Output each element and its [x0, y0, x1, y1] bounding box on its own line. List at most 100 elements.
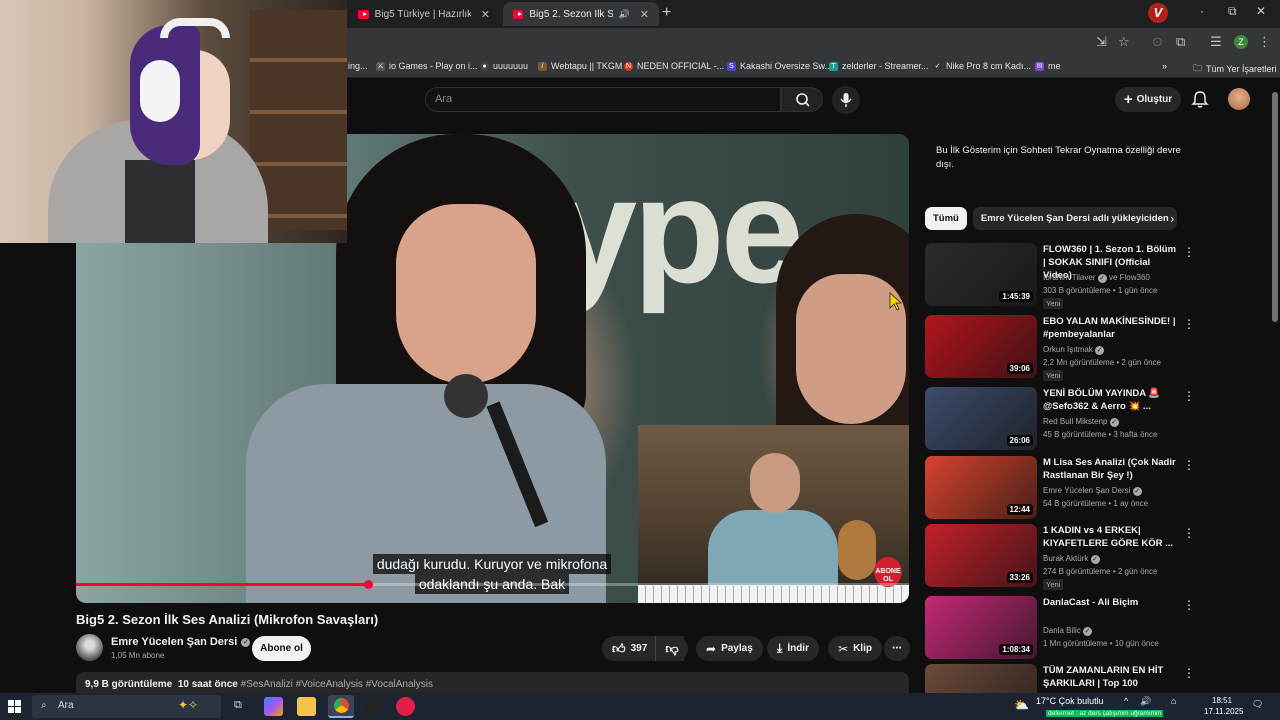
- scrollbar-thumb[interactable]: [1272, 92, 1278, 322]
- obs-app-icon[interactable]: [364, 697, 383, 716]
- video-title[interactable]: TÜM ZAMANLARIN EN HİT ŞARKILARI | Top 10…: [1043, 664, 1178, 690]
- bookmark-item[interactable]: ⚔ io Games - Play on i...: [376, 61, 478, 71]
- share-button[interactable]: ➦ Paylaş: [696, 636, 763, 661]
- network-icon[interactable]: ⌂: [1171, 696, 1176, 706]
- recommended-video[interactable]: 33:26 1 KADIN vs 4 ERKEK| KIYAFETLERE GÖR…: [925, 524, 1200, 590]
- recommended-video[interactable]: 26:06 YENİ BÖLÜM YAYINDA 🚨 @Sefo362 & Aer…: [925, 387, 1200, 451]
- download-button[interactable]: ⤓ İndir: [767, 636, 819, 661]
- channel-name[interactable]: İbrahim Tilaver ✓ ve Flow360: [1043, 273, 1150, 283]
- file-explorer-icon[interactable]: [297, 697, 316, 716]
- video-thumbnail[interactable]: 12:44: [925, 456, 1037, 519]
- task-view-icon[interactable]: ⧉: [234, 699, 242, 712]
- more-vertical-icon[interactable]: ⋮: [1183, 526, 1195, 540]
- browser-tab-active[interactable]: Big5 2. Sezon İlk Ses Analiz 🔊 ✕: [503, 2, 659, 26]
- close-icon[interactable]: ✕: [640, 8, 649, 21]
- video-thumbnail[interactable]: 1:08:34: [925, 596, 1037, 659]
- recommended-video[interactable]: 1:45:39 FLOW360 | 1. Sezon 1. Bölüm | SOK…: [925, 243, 1200, 309]
- duration-badge: 1:45:39: [999, 291, 1033, 302]
- clip-button[interactable]: ✂ Klip: [828, 636, 882, 661]
- tab-search-icon[interactable]: ⊙: [1152, 34, 1163, 50]
- channel-name[interactable]: Emre Yücelen Şan Dersi ✓: [111, 636, 251, 648]
- create-button[interactable]: + Oluştur: [1115, 87, 1181, 112]
- speaker-icon[interactable]: 🔊: [619, 9, 630, 20]
- voice-search-button[interactable]: [832, 86, 860, 114]
- notifications-bell-icon[interactable]: [1191, 89, 1209, 114]
- install-icon[interactable]: ⇲: [1096, 34, 1107, 50]
- video-title[interactable]: YENİ BÖLÜM YAYINDA 🚨 @Sefo362 & Aerro 💥 …: [1043, 387, 1178, 413]
- youtube-icon: [513, 9, 524, 19]
- bookmark-star-icon[interactable]: ☆: [1118, 34, 1130, 50]
- channel-name[interactable]: Burak Aktürk ✓: [1043, 554, 1100, 564]
- restore-icon[interactable]: ⧉: [1228, 4, 1237, 19]
- video-thumbnail[interactable]: 33:26: [925, 524, 1037, 587]
- clock-time[interactable]: 18:51: [1212, 696, 1232, 705]
- bookmark-item[interactable]: ● uuuuuuu: [480, 61, 528, 71]
- search-input[interactable]: Ara: [425, 87, 781, 112]
- more-vertical-icon[interactable]: ⋮: [1183, 666, 1195, 680]
- close-window-icon[interactable]: ✕: [1256, 4, 1266, 18]
- hashtags[interactable]: #SesAnalizi #VoiceAnalysis #VocalAnalysi…: [241, 679, 433, 690]
- chip-all[interactable]: Tümü: [925, 207, 967, 230]
- subscribe-button[interactable]: Abone ol: [252, 636, 311, 661]
- copilot-app-icon[interactable]: [264, 697, 283, 716]
- notification-center-icon[interactable]: 🗨: [1252, 699, 1263, 710]
- tray-chevron-icon[interactable]: ^: [1124, 696, 1128, 706]
- more-vertical-icon[interactable]: ⋮: [1183, 389, 1195, 403]
- weather-text[interactable]: 17°C Çok bulutlu: [1036, 696, 1104, 706]
- recording-app-icon[interactable]: [396, 697, 415, 716]
- extensions-icon[interactable]: ⧉: [1176, 34, 1185, 50]
- recommended-video[interactable]: 1:08:34 DanlaCast - Ali Biçim Danla Bilic …: [925, 596, 1200, 660]
- more-vertical-icon[interactable]: ⋮: [1183, 245, 1195, 259]
- bookmark-item[interactable]: ✓ Nike Pro 8 cm Kadı...: [933, 61, 1031, 71]
- close-icon[interactable]: ✕: [481, 8, 490, 21]
- bookmarks-overflow-icon[interactable]: »: [1162, 61, 1167, 71]
- all-bookmarks[interactable]: 🗀 Tüm Yer İşaretleri: [1193, 61, 1277, 77]
- extension-logo-icon[interactable]: V: [1148, 3, 1168, 23]
- channel-name[interactable]: Red Bull Mikstenp ✓: [1043, 417, 1119, 427]
- recommended-video[interactable]: 39:06 EBO YALAN MAKİNESİNDE! | #pembeyala…: [925, 315, 1200, 381]
- channel-name[interactable]: Orkun Işıtmak ✓: [1043, 345, 1105, 355]
- page-scrollbar[interactable]: [1270, 80, 1280, 693]
- search-button[interactable]: [781, 87, 823, 112]
- bookmark-item[interactable]: ing...: [348, 61, 368, 71]
- video-frame-graphic: [638, 585, 909, 603]
- bookmark-item[interactable]: S Kakashi Oversize Sw...: [727, 61, 832, 71]
- reading-list-icon[interactable]: ☰: [1210, 34, 1222, 50]
- progress-bar[interactable]: [76, 580, 909, 589]
- bookmark-item[interactable]: / Webtapu || TKGM: [538, 61, 622, 71]
- video-thumbnail[interactable]: 26:06: [925, 387, 1037, 450]
- windows-start-icon[interactable]: [8, 700, 21, 713]
- video-title[interactable]: DanlaCast - Ali Biçim: [1043, 596, 1178, 609]
- more-vertical-icon[interactable]: ⋮: [1183, 317, 1195, 331]
- chevron-right-icon[interactable]: ›: [1170, 211, 1174, 226]
- minimize-icon[interactable]: ·: [1200, 4, 1204, 18]
- profile-avatar[interactable]: Z: [1234, 35, 1248, 49]
- video-title[interactable]: M Lisa Ses Analizi (Çok Nadir Rastlanan …: [1043, 456, 1178, 482]
- bookmark-item[interactable]: ✉ me: [1035, 61, 1061, 71]
- video-title[interactable]: EBO YALAN MAKİNESİNDE! | #pembeyalanlar: [1043, 315, 1178, 341]
- more-vertical-icon[interactable]: ⋮: [1183, 598, 1195, 612]
- video-thumbnail[interactable]: 39:06: [925, 315, 1037, 378]
- recommended-video[interactable]: 12:44 M Lisa Ses Analizi (Çok Nadir Rastl…: [925, 456, 1200, 520]
- channel-name[interactable]: Emre Yücelen Şan Dersi ✓: [1043, 486, 1142, 496]
- filter-chips: Tümü Emre Yücelen Şan Dersi adlı yükleyi…: [925, 207, 1177, 230]
- more-actions-button[interactable]: ⋯: [884, 636, 910, 661]
- new-tab-plus-icon[interactable]: +: [662, 4, 671, 22]
- channel-avatar[interactable]: [76, 634, 103, 661]
- progress-scrubber[interactable]: [363, 580, 373, 589]
- chip-from-uploader[interactable]: Emre Yücelen Şan Dersi adlı yükleyiciden: [972, 207, 1177, 230]
- browser-tab[interactable]: Big5 Türkiye | Hazırlık Sezonu 8 ✕: [348, 2, 500, 26]
- channel-name[interactable]: Danla Bilic ✓: [1043, 626, 1093, 636]
- volume-icon[interactable]: 🔊: [1140, 696, 1151, 707]
- upload-age: 10 saat önce: [177, 679, 238, 690]
- menu-kebab-icon[interactable]: ⋮: [1258, 34, 1271, 50]
- account-avatar[interactable]: [1228, 88, 1250, 110]
- clock-date[interactable]: 17.11.2025: [1204, 707, 1243, 716]
- bookmark-item[interactable]: N NEDEN OFFICIAL -...: [624, 61, 724, 71]
- more-vertical-icon[interactable]: ⋮: [1183, 458, 1195, 472]
- video-thumbnail[interactable]: 1:45:39: [925, 243, 1037, 306]
- dislike-button[interactable]: 👎︎: [655, 636, 688, 661]
- bookmark-item[interactable]: Tzelderler - Streamer...: [829, 61, 929, 71]
- chrome-app-active[interactable]: [328, 695, 354, 718]
- video-title[interactable]: 1 KADIN vs 4 ERKEK| KIYAFETLERE GÖRE KÖR…: [1043, 524, 1178, 550]
